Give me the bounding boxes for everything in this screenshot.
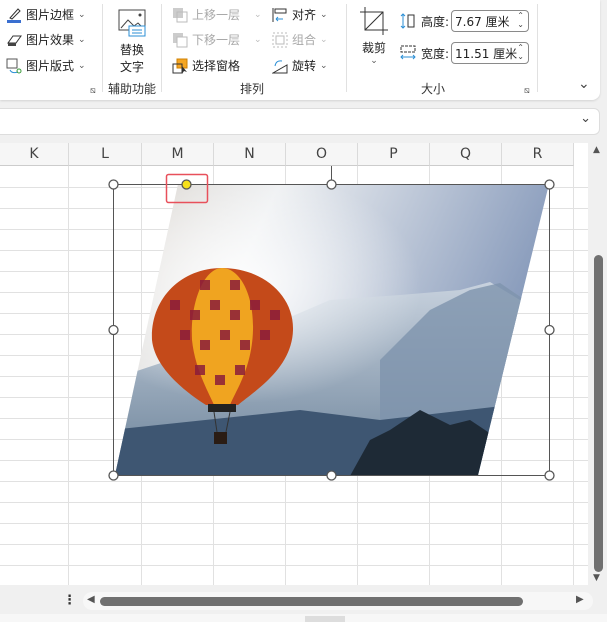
resize-handle-top-left[interactable] bbox=[108, 179, 119, 190]
selected-picture[interactable] bbox=[0, 0, 607, 622]
resize-handle-bottom[interactable] bbox=[326, 470, 337, 481]
scroll-left-arrow-icon[interactable]: ◀ bbox=[87, 594, 95, 605]
scroll-up-arrow-icon[interactable]: ▲ bbox=[593, 145, 600, 155]
status-bar bbox=[0, 614, 607, 622]
scroll-right-arrow-icon[interactable]: ▶ bbox=[576, 594, 584, 605]
status-bar-grip[interactable] bbox=[305, 616, 345, 622]
resize-handle-left[interactable] bbox=[108, 324, 119, 336]
shape-adjust-handle[interactable] bbox=[181, 179, 192, 190]
rotate-handle[interactable] bbox=[326, 179, 337, 190]
vertical-scrollbar[interactable]: ▲ ▼ bbox=[590, 143, 606, 585]
vertical-scroll-thumb[interactable] bbox=[594, 255, 603, 572]
horizontal-scrollbar[interactable]: ◀ ▶ bbox=[83, 592, 593, 610]
resize-handle-bottom-left[interactable] bbox=[108, 470, 119, 481]
horizontal-scroll-thumb[interactable] bbox=[100, 597, 523, 606]
sheet-tabs-more-icon[interactable]: ⋮ bbox=[63, 593, 76, 608]
resize-handle-bottom-right[interactable] bbox=[544, 470, 555, 481]
resize-handle-top-right[interactable] bbox=[544, 179, 555, 190]
resize-handle-right[interactable] bbox=[544, 324, 555, 336]
scroll-down-arrow-icon[interactable]: ▼ bbox=[593, 573, 600, 583]
